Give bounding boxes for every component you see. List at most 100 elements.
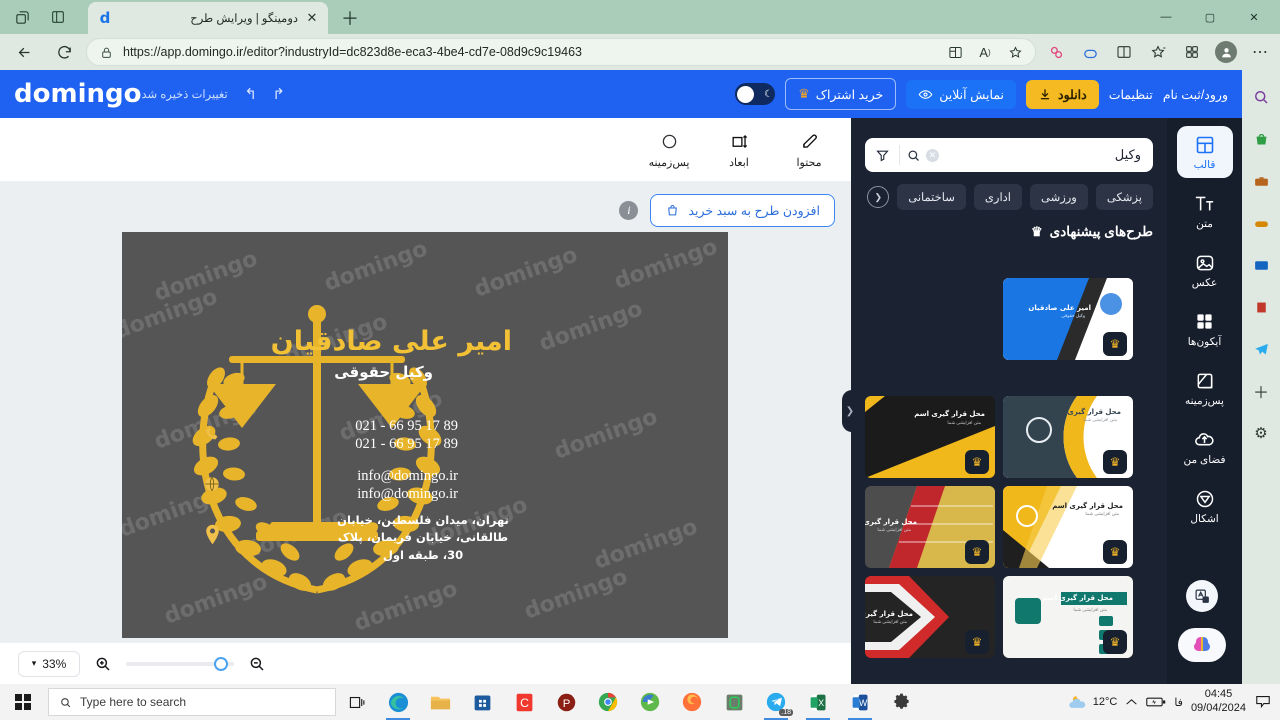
crown-icon[interactable]: ♛ bbox=[1103, 450, 1127, 474]
browser-essentials-icon[interactable] bbox=[1042, 38, 1070, 66]
category-chip[interactable]: پزشکی bbox=[1095, 184, 1153, 210]
battery-charging-icon[interactable] bbox=[1146, 696, 1166, 708]
card-name[interactable]: امیر علی صادقیان bbox=[271, 326, 512, 357]
redo-icon[interactable]: ↱ bbox=[270, 85, 288, 103]
crown-icon[interactable]: ♛ bbox=[965, 450, 989, 474]
template-card[interactable]: محل قرار گیری اسم متن افزایشی شما ♛ bbox=[865, 576, 995, 658]
template-card[interactable]: محل قرار گیری اسم متن افزایشی شما ♛ bbox=[865, 486, 995, 568]
template-card-hero[interactable]: امیر علی صادقیان وکیل حقوقی ♛ bbox=[1003, 278, 1133, 360]
window-close-icon[interactable]: ✕ bbox=[1232, 0, 1276, 34]
games-icon[interactable] bbox=[1248, 210, 1274, 236]
taskbar-app-p-app[interactable]: P bbox=[546, 684, 586, 720]
notification-icon[interactable] bbox=[1254, 693, 1272, 711]
category-chip[interactable]: اداری bbox=[973, 184, 1022, 210]
split-screen-icon[interactable] bbox=[46, 6, 70, 28]
rail-item-text[interactable]: متن bbox=[1177, 185, 1233, 237]
new-tab-button[interactable]: ＋ bbox=[338, 6, 362, 30]
taskbar-app-microsoft-store[interactable] bbox=[462, 684, 502, 720]
split-screen-icon[interactable] bbox=[1110, 38, 1138, 66]
taskbar-app-settings[interactable] bbox=[882, 684, 922, 720]
category-chip[interactable]: ورزشی bbox=[1029, 184, 1088, 210]
settings-icon[interactable]: ⚙ bbox=[1248, 420, 1274, 446]
filter-icon[interactable] bbox=[865, 148, 899, 163]
app-logo[interactable]: domingo bbox=[14, 81, 141, 107]
login-register-link[interactable]: ورود/ثبت نام bbox=[1163, 87, 1228, 102]
clear-x-icon[interactable]: ✕ bbox=[926, 148, 939, 162]
settings-link[interactable]: تنظیمات bbox=[1109, 87, 1153, 102]
taskbar-app-word[interactable]: W bbox=[840, 684, 880, 720]
card-phone-block[interactable]: 021 - 66 95 17 89 021 - 66 95 17 89 bbox=[355, 417, 458, 453]
card-address[interactable]: تهران، میدان فلسطین، خیابان طالقانی، خیا… bbox=[333, 512, 513, 564]
shopping-icon[interactable] bbox=[1248, 126, 1274, 152]
crown-icon[interactable]: ♛ bbox=[1103, 540, 1127, 564]
card-email-block[interactable]: info@domingo.ir info@domingo.ir bbox=[357, 467, 458, 503]
card-role[interactable]: وکیل حقوقی bbox=[334, 363, 433, 381]
category-chip[interactable]: ساختمانی bbox=[897, 184, 966, 210]
outlook-icon[interactable] bbox=[1248, 252, 1274, 278]
clock[interactable]: 04:45 09/04/2024 bbox=[1191, 688, 1246, 716]
panel-collapse-toggle[interactable]: ❯ bbox=[842, 390, 858, 432]
template-search-bar[interactable]: وکیل ✕ bbox=[865, 138, 1153, 172]
taskbar-app-firefox[interactable] bbox=[672, 684, 712, 720]
back-arrow-icon[interactable] bbox=[8, 36, 40, 68]
zoom-slider-handle[interactable] bbox=[214, 656, 228, 671]
add-icon[interactable]: ＋ bbox=[1248, 378, 1274, 404]
collections-icon[interactable] bbox=[1178, 38, 1206, 66]
info-icon[interactable]: i bbox=[619, 201, 639, 220]
split-screen-icon[interactable] bbox=[945, 42, 965, 62]
taskbar-app-gom-player[interactable] bbox=[630, 684, 670, 720]
rail-item-template[interactable]: قالب bbox=[1176, 126, 1233, 178]
reload-icon[interactable] bbox=[48, 36, 80, 68]
zoom-level-select[interactable]: ▾ 33% bbox=[18, 650, 80, 677]
windows-start-icon[interactable] bbox=[0, 684, 46, 720]
search-icon[interactable] bbox=[900, 148, 926, 163]
template-card[interactable]: محل قرار گیری اسم متن افزایشی شما ♛ bbox=[865, 396, 995, 478]
ai-brain-fab[interactable] bbox=[1178, 628, 1226, 662]
zoom-out-icon[interactable] bbox=[246, 653, 268, 675]
office-icon[interactable] bbox=[1248, 294, 1274, 320]
taskbar-app-chrome[interactable] bbox=[588, 684, 628, 720]
rail-item-background[interactable]: پس‌زمینه bbox=[1177, 362, 1233, 414]
crown-icon[interactable]: ♛ bbox=[1103, 630, 1127, 654]
maximize-icon[interactable]: ▢ bbox=[1188, 0, 1232, 34]
tab-close-icon[interactable]: ✕ bbox=[304, 10, 320, 26]
weather-widget[interactable]: 12°C bbox=[1067, 693, 1117, 711]
toolbar-item-background[interactable]: پس‌زمینه bbox=[645, 130, 693, 169]
profile-avatar[interactable] bbox=[1212, 38, 1240, 66]
crown-icon[interactable]: ♛ bbox=[965, 630, 989, 654]
zoom-slider[interactable] bbox=[126, 656, 234, 671]
minimize-icon[interactable]: — bbox=[1144, 0, 1188, 34]
template-card[interactable]: محل قرار گیری اسم متن افزایشی شما ♛ bbox=[1003, 576, 1133, 658]
taskbar-app-edge[interactable] bbox=[378, 684, 418, 720]
browser-tab[interactable]: d دومینگو | ویرایش طرح ✕ bbox=[88, 2, 328, 34]
taskbar-app-excel[interactable]: X bbox=[798, 684, 838, 720]
address-bar[interactable]: https://app.domingo.ir/editor?industryId… bbox=[86, 38, 1036, 66]
buy-subscription-button[interactable]: خرید اشتراک ♛ bbox=[785, 78, 897, 110]
taskbar-search-box[interactable]: Type here to search bbox=[48, 688, 336, 716]
online-preview-button[interactable]: نمایش آنلاین bbox=[906, 79, 1017, 109]
chevron-left-icon[interactable]: ❮ bbox=[867, 186, 890, 208]
toolbar-item-content[interactable]: محتوا bbox=[785, 130, 833, 169]
rail-item-my-space[interactable]: فضای من bbox=[1177, 421, 1233, 473]
tools-icon[interactable] bbox=[1248, 168, 1274, 194]
taskbar-app-telegram[interactable]: .18 bbox=[756, 684, 796, 720]
download-button[interactable]: دانلود bbox=[1026, 79, 1099, 109]
read-aloud-icon[interactable]: A) bbox=[975, 42, 995, 62]
template-card[interactable]: محل قرار گیری اسم متن افزایشی شما ♛ bbox=[1003, 486, 1133, 568]
telegram-icon[interactable] bbox=[1248, 336, 1274, 362]
rail-item-icons[interactable]: آیکون‌ها bbox=[1177, 303, 1233, 355]
crown-icon[interactable]: ♛ bbox=[965, 540, 989, 564]
translate-fab[interactable] bbox=[1186, 580, 1218, 612]
rail-item-shapes[interactable]: اشکال bbox=[1177, 480, 1233, 532]
taskbar-app-file-explorer[interactable] bbox=[420, 684, 460, 720]
language-indicator[interactable]: فا bbox=[1174, 696, 1183, 709]
dark-mode-toggle[interactable]: ☾ bbox=[735, 83, 776, 105]
task-view-icon[interactable] bbox=[336, 684, 378, 720]
favorite-star-icon[interactable] bbox=[1005, 42, 1025, 62]
zoom-in-icon[interactable] bbox=[92, 653, 114, 675]
more-settings-icon[interactable]: ⋯ bbox=[1246, 38, 1274, 66]
crown-icon[interactable]: ♛ bbox=[1103, 332, 1127, 356]
show-hidden-icons-icon[interactable] bbox=[1125, 697, 1138, 707]
rail-item-image[interactable]: عکس bbox=[1177, 244, 1233, 296]
taskbar-app-green-app[interactable] bbox=[714, 684, 754, 720]
